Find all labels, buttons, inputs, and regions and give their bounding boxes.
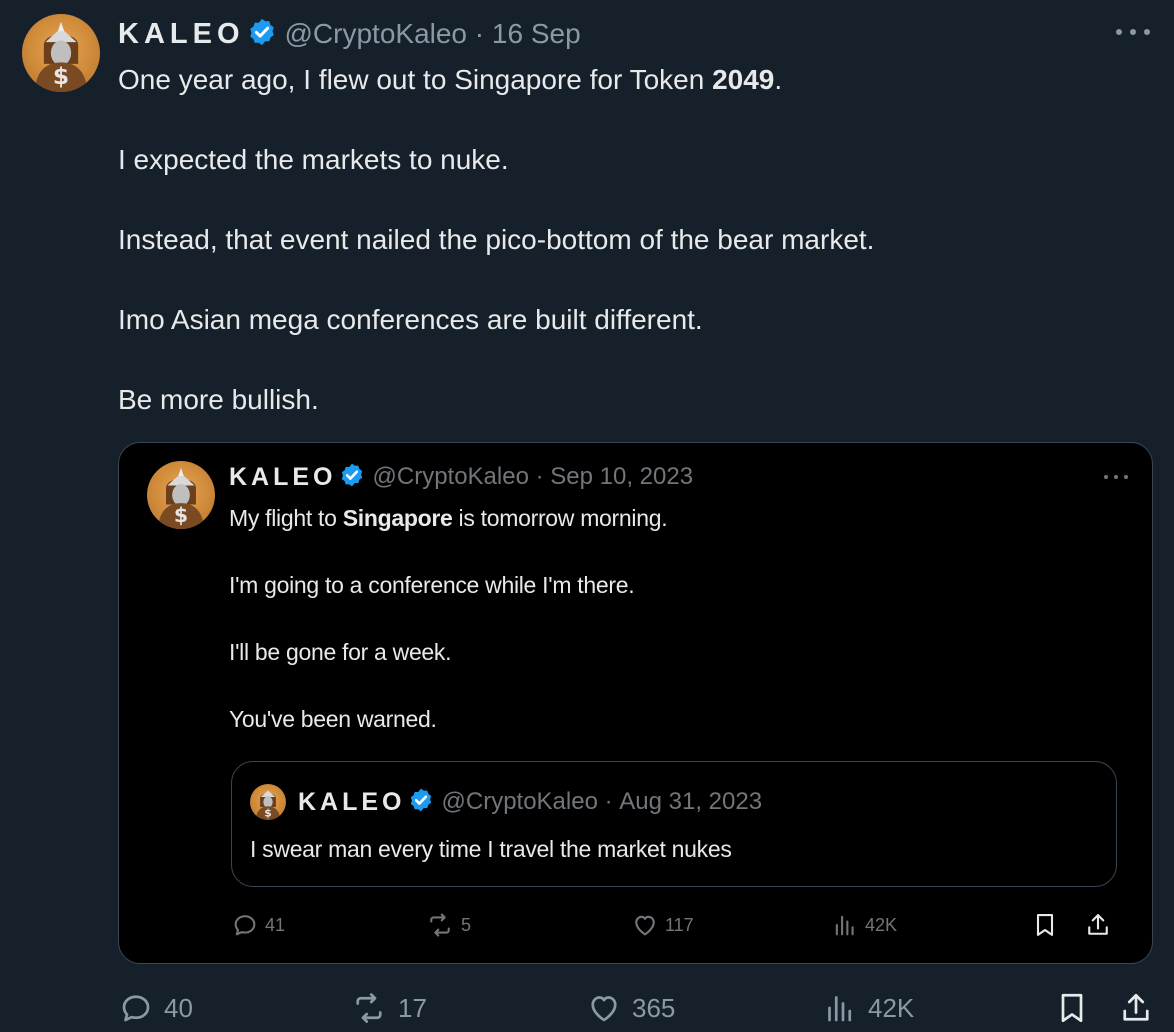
quoted-author-avatar[interactable]: $ bbox=[147, 461, 215, 529]
nested-author-handle[interactable]: @CryptoKaleo bbox=[442, 788, 598, 816]
views-button[interactable]: 42K bbox=[831, 911, 897, 939]
more-options-icon[interactable] bbox=[1116, 20, 1150, 44]
bookmark-button[interactable] bbox=[1054, 989, 1090, 1027]
tweet-header: KALEO @CryptoKaleo · 16 Sep bbox=[118, 16, 581, 52]
tweet-paragraph: Instead, that event nailed the pico-bott… bbox=[118, 224, 875, 255]
verified-badge-icon bbox=[247, 17, 277, 52]
reply-count: 40 bbox=[164, 992, 193, 1023]
nested-author-avatar[interactable]: $ bbox=[250, 784, 286, 820]
quoted-paragraph: You've been warned. bbox=[229, 706, 437, 732]
tweet-paragraph: Imo Asian mega conferences are built dif… bbox=[118, 304, 703, 335]
repost-count: 5 bbox=[461, 914, 472, 935]
quoted-author-handle[interactable]: @CryptoKaleo bbox=[373, 463, 529, 491]
quoted-tweet-date[interactable]: Sep 10, 2023 bbox=[550, 463, 693, 491]
tweet-date[interactable]: 16 Sep bbox=[492, 18, 581, 50]
bookmark-icon bbox=[1061, 993, 1083, 1023]
quoted-tweet-header: KALEO @CryptoKaleo · Sep 10, 2023 bbox=[229, 461, 693, 493]
nested-author-name[interactable]: KALEO bbox=[298, 788, 406, 817]
quoted-tweet[interactable]: $ KALEO @CryptoKaleo · Sep 10, 2023 My f… bbox=[118, 442, 1153, 964]
view-count: 42K bbox=[868, 992, 915, 1023]
tweet-paragraph: One year ago, I flew out to Singapore fo… bbox=[118, 64, 783, 95]
tweet-paragraph: I expected the markets to nuke. bbox=[118, 144, 509, 175]
reply-icon bbox=[234, 915, 256, 936]
nested-tweet-text: I swear man every time I travel the mark… bbox=[250, 836, 732, 862]
author-name[interactable]: KALEO bbox=[118, 18, 245, 51]
verified-badge-icon bbox=[408, 787, 434, 818]
view-count: 42K bbox=[865, 914, 898, 935]
bookmark-button[interactable] bbox=[1031, 910, 1059, 940]
nested-tweet-header: KALEO @CryptoKaleo · Aug 31, 2023 bbox=[298, 786, 762, 818]
author-handle[interactable]: @CryptoKaleo bbox=[285, 18, 468, 50]
share-icon bbox=[1088, 914, 1108, 935]
tweet-text: One year ago, I flew out to Singapore fo… bbox=[118, 60, 1148, 460]
reply-button[interactable]: 40 bbox=[118, 990, 193, 1026]
quoted-paragraph: I'm going to a conference while I'm ther… bbox=[229, 572, 635, 598]
views-button[interactable]: 42K bbox=[822, 990, 914, 1026]
tweet-action-bar: 40 17 365 42K bbox=[0, 984, 1174, 1032]
tweet-paragraph: Be more bullish. bbox=[118, 384, 319, 415]
share-icon bbox=[1123, 993, 1149, 1021]
like-count: 117 bbox=[665, 914, 694, 935]
share-button[interactable] bbox=[1118, 989, 1154, 1027]
quoted-tweet-text: My flight to Singapore is tomorrow morni… bbox=[229, 501, 1109, 769]
separator-dot: · bbox=[467, 18, 492, 49]
repost-icon bbox=[430, 913, 450, 937]
heart-icon bbox=[635, 915, 655, 936]
separator-dot: · bbox=[597, 788, 620, 815]
svg-text:$: $ bbox=[174, 503, 188, 527]
repost-button[interactable]: 5 bbox=[425, 911, 471, 939]
reply-count: 41 bbox=[265, 914, 286, 935]
quoted-paragraph: I'll be gone for a week. bbox=[229, 639, 452, 665]
reply-icon bbox=[122, 995, 150, 1022]
quoted-paragraph: My flight to Singapore is tomorrow morni… bbox=[229, 505, 668, 531]
author-avatar[interactable]: $ bbox=[22, 14, 100, 92]
repost-count: 17 bbox=[398, 992, 427, 1023]
like-button[interactable]: 365 bbox=[586, 990, 675, 1026]
like-count: 365 bbox=[632, 992, 676, 1023]
verified-badge-icon bbox=[339, 462, 365, 493]
repost-button[interactable]: 17 bbox=[350, 990, 427, 1026]
views-chart-icon bbox=[835, 915, 854, 936]
more-options-icon[interactable] bbox=[1104, 473, 1128, 481]
nested-quoted-tweet[interactable]: $ KALEO @CryptoKaleo · Aug 31, 2023 I sw… bbox=[231, 761, 1117, 887]
repost-icon bbox=[356, 993, 382, 1023]
svg-text:$: $ bbox=[53, 62, 69, 90]
tweet: $ KALEO @CryptoKaleo · 16 Sep One year a… bbox=[0, 0, 1174, 1032]
like-button[interactable]: 117 bbox=[631, 911, 694, 939]
heart-icon bbox=[591, 996, 617, 1022]
reply-button[interactable]: 41 bbox=[231, 911, 285, 939]
bookmark-icon bbox=[1036, 914, 1054, 936]
svg-text:$: $ bbox=[264, 806, 272, 819]
nested-tweet-date[interactable]: Aug 31, 2023 bbox=[619, 788, 762, 816]
separator-dot: · bbox=[528, 463, 551, 490]
share-button[interactable] bbox=[1084, 910, 1112, 940]
views-chart-icon bbox=[828, 996, 852, 1022]
quoted-action-bar: 41 5 117 42K bbox=[119, 905, 1152, 945]
quoted-author-name[interactable]: KALEO bbox=[229, 463, 337, 492]
